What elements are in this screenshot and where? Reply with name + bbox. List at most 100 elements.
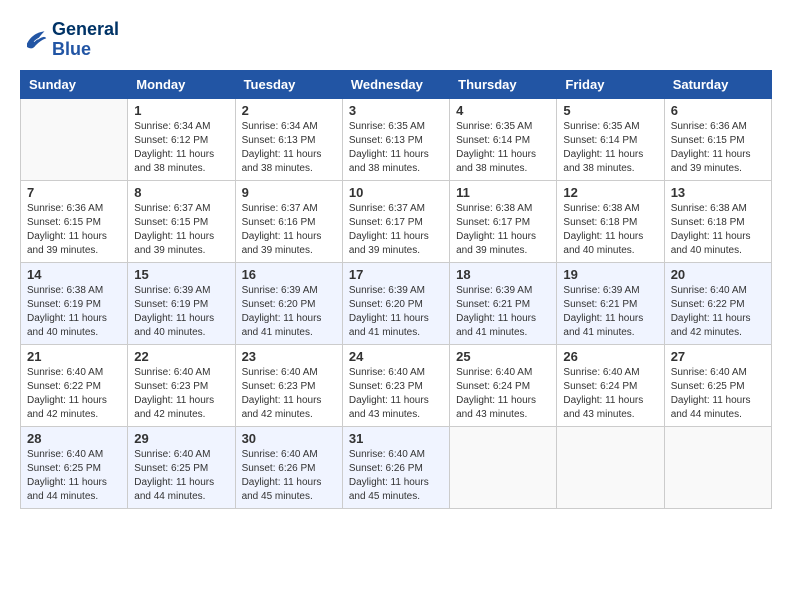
calendar-cell: 16Sunrise: 6:39 AMSunset: 6:20 PMDayligh… [235,262,342,344]
day-header-thursday: Thursday [450,70,557,98]
calendar-cell [21,98,128,180]
calendar-cell: 2 Sunrise: 6:34 AMSunset: 6:13 PMDaylight… [235,98,342,180]
day-info: Sunrise: 6:39 AMSunset: 6:20 PMDaylight:… [349,284,443,340]
day-info: Sunrise: 6:40 AMSunset: 6:24 PMDaylight:… [456,366,550,422]
day-info: Sunrise: 6:34 AMSunset: 6:13 PMDaylight:… [242,120,336,176]
day-number: 28 [27,431,121,446]
logo-text: General Blue [52,20,119,60]
day-number: 3 [349,103,443,118]
day-number: 27 [671,349,765,364]
calendar-cell: 18 Sunrise: 6:39 AMSunset: 6:21 PMDayligh… [450,262,557,344]
calendar-cell: 5Sunrise: 6:35 AMSunset: 6:14 PMDaylight… [557,98,664,180]
calendar-table: SundayMondayTuesdayWednesdayThursdayFrid… [20,70,772,509]
calendar-cell: 22 Sunrise: 6:40 AMSunset: 6:23 PMDayligh… [128,344,235,426]
calendar-cell: 12 Sunrise: 6:38 AMSunset: 6:18 PMDayligh… [557,180,664,262]
day-number: 13 [671,185,765,200]
calendar-cell: 31Sunrise: 6:40 AMSunset: 6:26 PMDayligh… [342,426,449,508]
day-number: 12 [563,185,657,200]
day-info: Sunrise: 6:40 AMSunset: 6:24 PMDaylight:… [563,366,657,422]
day-number: 29 [134,431,228,446]
day-number: 30 [242,431,336,446]
calendar-cell: 20 Sunrise: 6:40 AMSunset: 6:22 PMDayligh… [664,262,771,344]
day-info: Sunrise: 6:38 AMSunset: 6:19 PMDaylight:… [27,284,121,340]
day-number: 7 [27,185,121,200]
day-number: 25 [456,349,550,364]
calendar-cell: 30Sunrise: 6:40 AMSunset: 6:26 PMDayligh… [235,426,342,508]
calendar-cell: 27 Sunrise: 6:40 AMSunset: 6:25 PMDayligh… [664,344,771,426]
day-number: 2 [242,103,336,118]
day-number: 1 [134,103,228,118]
calendar-cell: 7 Sunrise: 6:36 AMSunset: 6:15 PMDaylight… [21,180,128,262]
calendar-cell: 4Sunrise: 6:35 AMSunset: 6:14 PMDaylight… [450,98,557,180]
calendar-cell: 26 Sunrise: 6:40 AMSunset: 6:24 PMDayligh… [557,344,664,426]
calendar-cell: 10Sunrise: 6:37 AMSunset: 6:17 PMDayligh… [342,180,449,262]
day-number: 17 [349,267,443,282]
day-number: 18 [456,267,550,282]
calendar-cell: 1 Sunrise: 6:34 AMSunset: 6:12 PMDaylight… [128,98,235,180]
calendar-cell: 9Sunrise: 6:37 AMSunset: 6:16 PMDaylight… [235,180,342,262]
day-info: Sunrise: 6:40 AMSunset: 6:26 PMDaylight:… [349,448,443,504]
calendar-cell [664,426,771,508]
calendar-cell: 17 Sunrise: 6:39 AMSunset: 6:20 PMDayligh… [342,262,449,344]
day-info: Sunrise: 6:40 AMSunset: 6:23 PMDaylight:… [242,366,336,422]
calendar-cell [450,426,557,508]
calendar-cell: 11 Sunrise: 6:38 AMSunset: 6:17 PMDayligh… [450,180,557,262]
calendar-cell: 19Sunrise: 6:39 AMSunset: 6:21 PMDayligh… [557,262,664,344]
day-header-wednesday: Wednesday [342,70,449,98]
calendar-header-row: SundayMondayTuesdayWednesdayThursdayFrid… [21,70,772,98]
calendar-cell: 14 Sunrise: 6:38 AMSunset: 6:19 PMDayligh… [21,262,128,344]
calendar-cell [557,426,664,508]
day-number: 21 [27,349,121,364]
calendar-cell: 25 Sunrise: 6:40 AMSunset: 6:24 PMDayligh… [450,344,557,426]
day-info: Sunrise: 6:40 AMSunset: 6:22 PMDaylight:… [27,366,121,422]
day-info: Sunrise: 6:38 AMSunset: 6:18 PMDaylight:… [563,202,657,258]
day-header-monday: Monday [128,70,235,98]
calendar-cell: 15 Sunrise: 6:39 AMSunset: 6:19 PMDayligh… [128,262,235,344]
day-info: Sunrise: 6:36 AMSunset: 6:15 PMDaylight:… [27,202,121,258]
day-info: Sunrise: 6:39 AMSunset: 6:19 PMDaylight:… [134,284,228,340]
day-info: Sunrise: 6:40 AMSunset: 6:22 PMDaylight:… [671,284,765,340]
day-number: 16 [242,267,336,282]
logo: General Blue [20,20,119,60]
calendar-cell: 6 Sunrise: 6:36 AMSunset: 6:15 PMDaylight… [664,98,771,180]
day-info: Sunrise: 6:38 AMSunset: 6:17 PMDaylight:… [456,202,550,258]
day-info: Sunrise: 6:37 AMSunset: 6:17 PMDaylight:… [349,202,443,258]
day-number: 9 [242,185,336,200]
day-number: 8 [134,185,228,200]
calendar-cell: 23 Sunrise: 6:40 AMSunset: 6:23 PMDayligh… [235,344,342,426]
day-info: Sunrise: 6:39 AMSunset: 6:21 PMDaylight:… [456,284,550,340]
day-info: Sunrise: 6:40 AMSunset: 6:25 PMDaylight:… [671,366,765,422]
day-info: Sunrise: 6:35 AMSunset: 6:13 PMDaylight:… [349,120,443,176]
calendar-cell: 28Sunrise: 6:40 AMSunset: 6:25 PMDayligh… [21,426,128,508]
calendar-week-row: 14 Sunrise: 6:38 AMSunset: 6:19 PMDayligh… [21,262,772,344]
day-number: 6 [671,103,765,118]
day-number: 26 [563,349,657,364]
day-info: Sunrise: 6:37 AMSunset: 6:15 PMDaylight:… [134,202,228,258]
page-header: General Blue [20,20,772,60]
day-number: 14 [27,267,121,282]
day-header-sunday: Sunday [21,70,128,98]
day-header-friday: Friday [557,70,664,98]
calendar-week-row: 21 Sunrise: 6:40 AMSunset: 6:22 PMDayligh… [21,344,772,426]
day-number: 24 [349,349,443,364]
calendar-week-row: 28 Sunrise: 6:40 AMSunset: 6:25 PMDayligh… [21,426,772,508]
day-info: Sunrise: 6:34 AMSunset: 6:12 PMDaylight:… [134,120,228,176]
day-number: 20 [671,267,765,282]
day-number: 5 [563,103,657,118]
calendar-cell: 29 Sunrise: 6:40 AMSunset: 6:25 PMDayligh… [128,426,235,508]
day-number: 23 [242,349,336,364]
calendar-cell: 21 Sunrise: 6:40 AMSunset: 6:22 PMDayligh… [21,344,128,426]
day-number: 22 [134,349,228,364]
day-header-tuesday: Tuesday [235,70,342,98]
day-info: Sunrise: 6:40 AMSunset: 6:23 PMDaylight:… [134,366,228,422]
day-info: Sunrise: 6:40 AMSunset: 6:23 PMDaylight:… [349,366,443,422]
day-info: Sunrise: 6:36 AMSunset: 6:15 PMDaylight:… [671,120,765,176]
calendar-cell: 24 Sunrise: 6:40 AMSunset: 6:23 PMDayligh… [342,344,449,426]
calendar-cell: 13Sunrise: 6:38 AMSunset: 6:18 PMDayligh… [664,180,771,262]
day-number: 11 [456,185,550,200]
day-info: Sunrise: 6:35 AMSunset: 6:14 PMDaylight:… [456,120,550,176]
day-number: 19 [563,267,657,282]
day-header-saturday: Saturday [664,70,771,98]
day-number: 15 [134,267,228,282]
day-info: Sunrise: 6:40 AMSunset: 6:25 PMDaylight:… [134,448,228,504]
